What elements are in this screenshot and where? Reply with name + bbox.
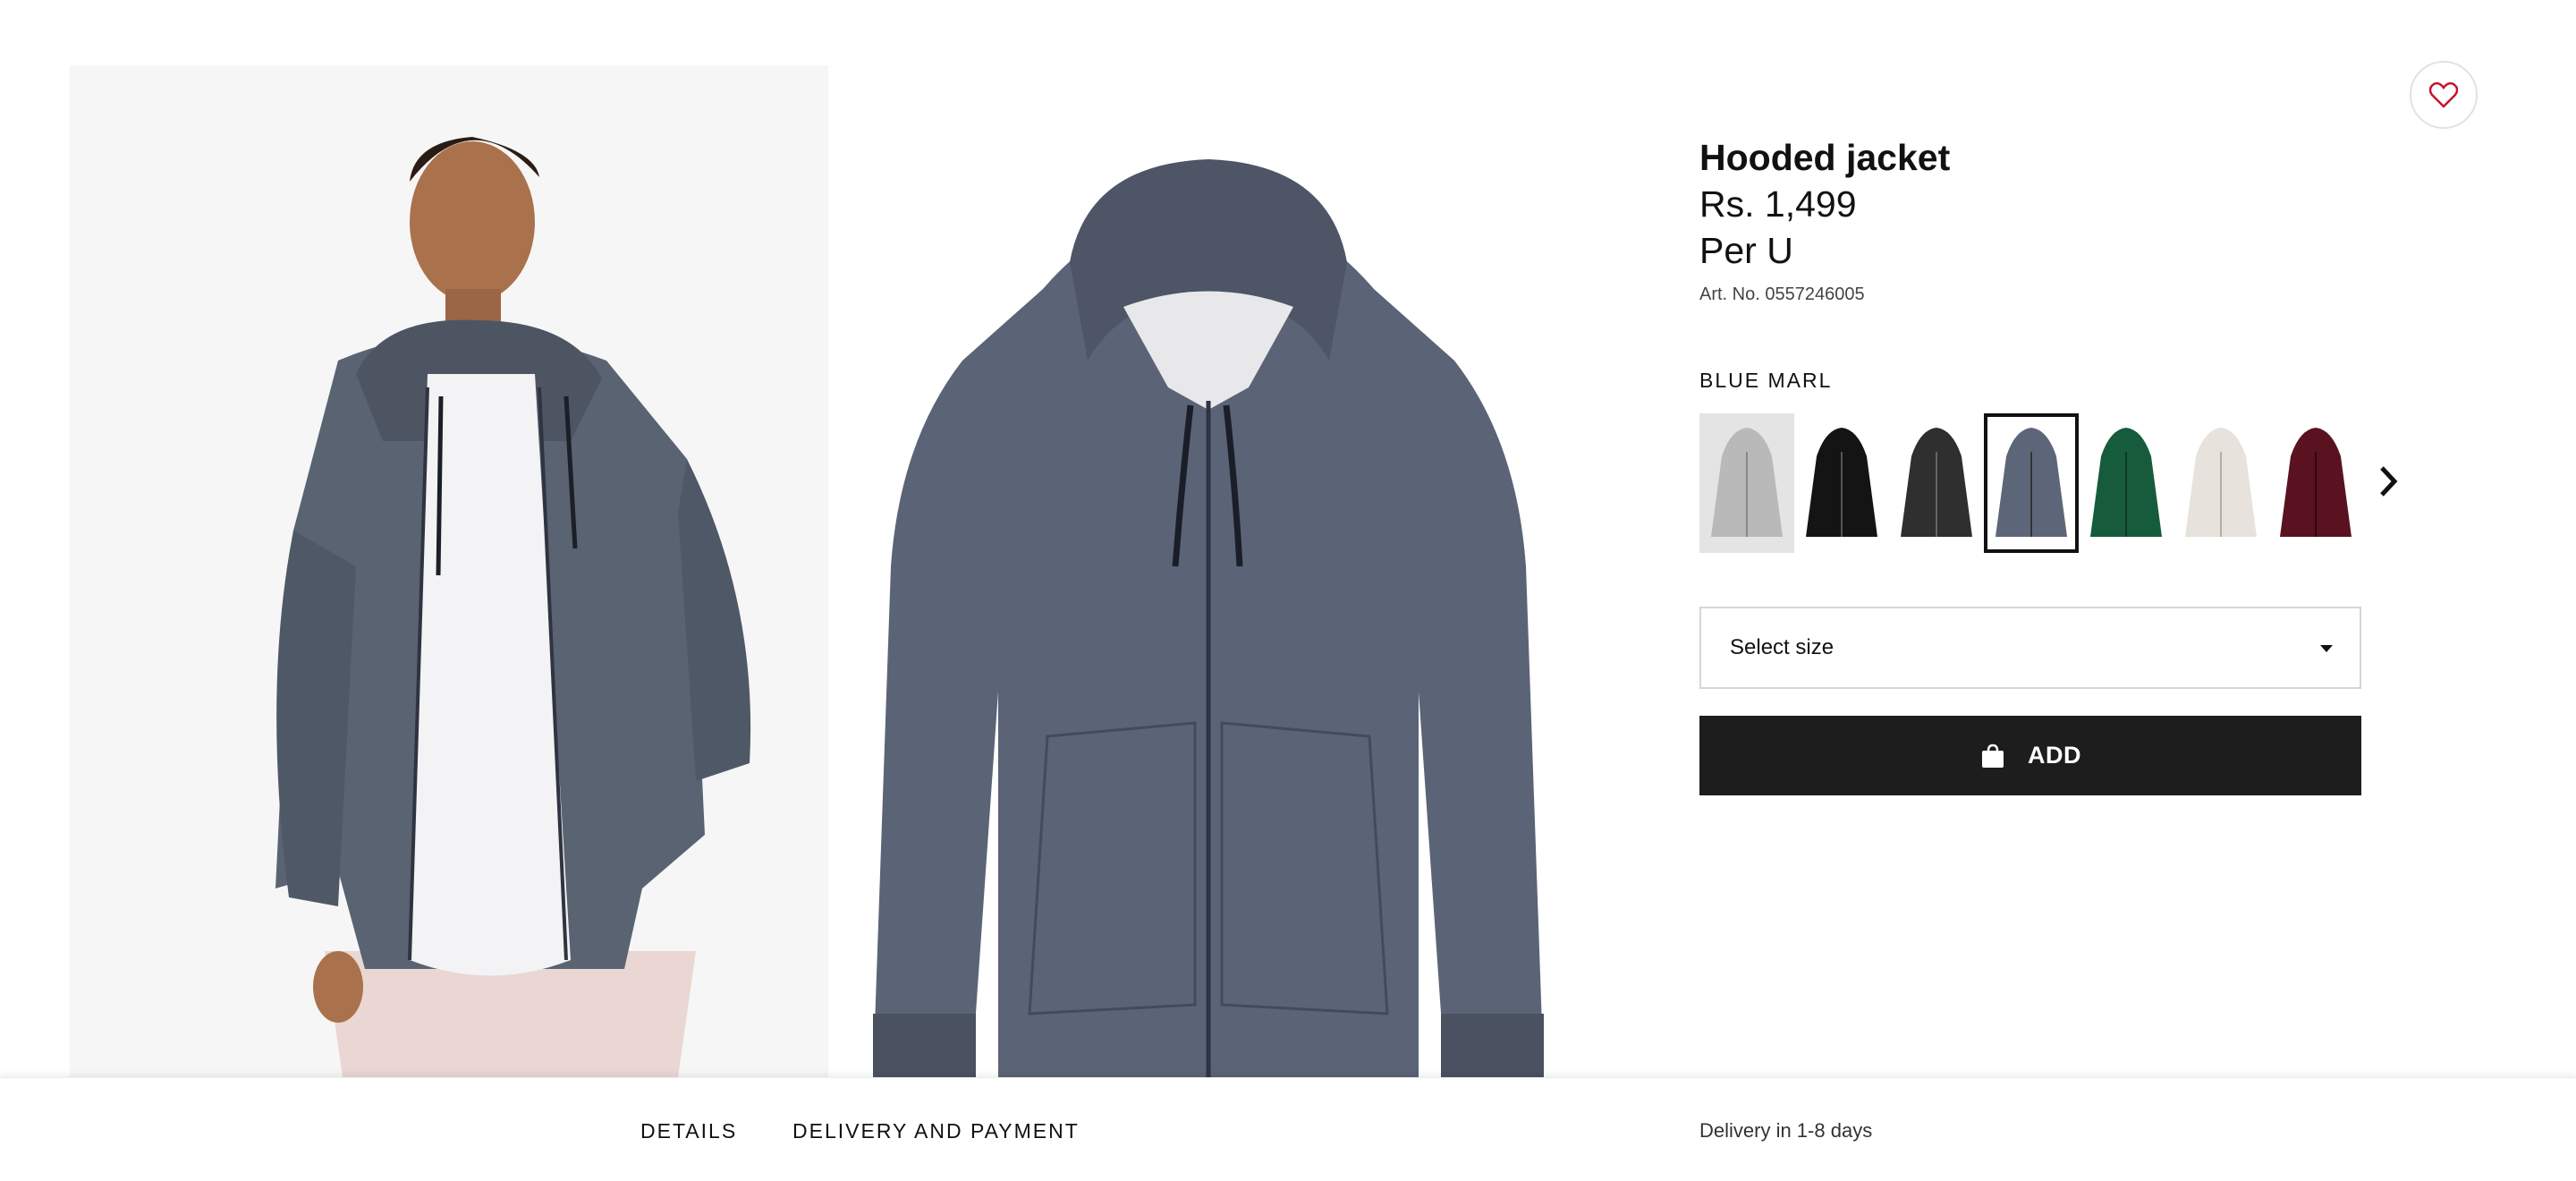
tab-delivery-and-payment[interactable]: DELIVERY AND PAYMENT (792, 1119, 1080, 1143)
tab-details[interactable]: DETAILS (640, 1119, 737, 1143)
swatch-black[interactable] (1794, 413, 1889, 553)
swatch-light-grey[interactable] (1699, 413, 1794, 553)
product-price: Rs. 1,499 (1699, 183, 1857, 225)
heart-icon (2429, 81, 2458, 108)
hoodie-illustration (828, 65, 1587, 1077)
product-image-flat[interactable] (828, 65, 1587, 1077)
product-image-model[interactable] (70, 65, 828, 1077)
favorite-button[interactable] (2410, 61, 2478, 129)
swatch-blue-marl[interactable] (1984, 413, 2079, 553)
swatch-light-beige[interactable] (2174, 413, 2268, 553)
add-to-bag-button[interactable]: ADD (1699, 716, 2361, 795)
bottom-bar: DETAILS DELIVERY AND PAYMENT Delivery in… (0, 1077, 2576, 1181)
selected-color-name: BLUE MARL (1699, 369, 1833, 392)
swatch-dark-grey[interactable] (1889, 413, 1984, 553)
caret-down-icon (2320, 645, 2333, 652)
product-info: Hooded jacket Rs. 1,499 Per U Art. No. 0… (1699, 134, 2379, 305)
swatches-next-button[interactable] (2372, 462, 2404, 501)
hoodie-thumbnail (1996, 428, 2067, 537)
article-number: Art. No. 0557246005 (1699, 285, 1865, 304)
product-title: Hooded jacket (1699, 137, 1951, 178)
hoodie-thumbnail (2280, 428, 2351, 537)
model-illustration (70, 65, 828, 1077)
hoodie-thumbnail (1806, 428, 1877, 537)
hoodie-thumbnail (2185, 428, 2257, 537)
swatch-dark-green[interactable] (2079, 413, 2174, 553)
color-swatches (1699, 413, 2363, 553)
add-button-label: ADD (2028, 742, 2081, 769)
hoodie-thumbnail (1711, 428, 1783, 537)
chevron-right-icon (2380, 466, 2398, 497)
swatch-burgundy[interactable] (2268, 413, 2363, 553)
product-unit: Per U (1699, 230, 1793, 271)
hoodie-thumbnail (2090, 428, 2162, 537)
size-select[interactable]: Select size (1699, 607, 2361, 689)
shopping-bag-icon (1982, 743, 2004, 768)
hoodie-thumbnail (1901, 428, 1972, 537)
size-select-label: Select size (1730, 635, 1835, 659)
delivery-info: Delivery in 1-8 days (1699, 1119, 1873, 1142)
